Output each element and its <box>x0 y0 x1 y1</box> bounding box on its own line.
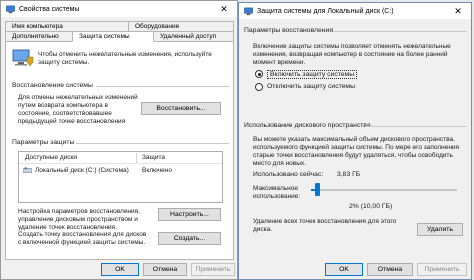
protection-section-heading: Параметры защиты <box>12 139 75 146</box>
max-usage-label: Максимальное использование: <box>253 185 301 200</box>
table-row[interactable]: Локальный диск (C:) (Система) Включено <box>19 165 222 176</box>
ok-button[interactable]: OK <box>325 263 363 276</box>
drive-name: Локальный диск (C:) (Система) <box>35 167 129 174</box>
close-button[interactable]: ✕ <box>211 1 237 17</box>
restore-description: Для отмены нежелательных изменений путем… <box>18 94 138 125</box>
enable-protection-label[interactable]: Включить защиту системы <box>267 70 358 79</box>
max-usage-slider[interactable] <box>311 183 457 197</box>
col-header-drives[interactable]: Доступные диски <box>25 154 77 161</box>
configure-button[interactable]: Настроить... <box>158 208 221 221</box>
col-header-protection[interactable]: Защита <box>142 154 165 161</box>
current-usage-value: 3,83 ГБ <box>337 171 361 178</box>
window-title: Свойства системы <box>19 5 80 13</box>
create-button[interactable]: Создать... <box>158 232 221 245</box>
intro-text: Чтобы отменить нежелательные изменения, … <box>38 51 212 66</box>
enable-protection-radio[interactable] <box>255 70 263 78</box>
restore-divider <box>96 86 229 87</box>
tab-panel: Чтобы отменить нежелательные изменения, … <box>5 41 234 260</box>
apply-button[interactable]: Применить <box>417 263 467 276</box>
restore-button[interactable]: Восстановить... <box>141 102 221 115</box>
apply-button[interactable]: Применить <box>191 263 235 276</box>
delete-button[interactable]: Удалить <box>417 223 463 236</box>
cancel-button[interactable]: Отмена <box>143 263 187 276</box>
disk-usage-description: Вы можете указать максимальный объем дис… <box>253 136 460 167</box>
drive-status: Включено <box>142 167 172 174</box>
disk-usage-heading: Использование дискового пространства <box>244 122 371 129</box>
slider-track <box>311 189 457 191</box>
configure-description: Настройка параметров восстановления, упр… <box>18 208 140 231</box>
slider-thumb[interactable] <box>315 183 320 196</box>
header-underline <box>19 163 222 164</box>
protection-dialog-titlebar[interactable]: Защита системы для Локальный диск (C:) <box>239 3 471 19</box>
system-properties-titlebar[interactable]: Свойства системы <box>1 1 237 17</box>
cancel-button[interactable]: Отмена <box>367 263 413 276</box>
disable-protection-radio[interactable] <box>255 83 263 91</box>
current-usage-label: Использовано сейчас: <box>253 171 324 178</box>
drives-list[interactable]: Доступные диски Защита Локальный диск (C… <box>18 151 223 203</box>
delete-description: Удаление всех точек восстановления для э… <box>253 218 397 233</box>
drive-icon <box>23 167 32 173</box>
computer-icon <box>6 5 15 13</box>
system-properties-window: Свойства системы ✕ Имя компьютера Оборуд… <box>0 0 238 280</box>
tab-system-protection[interactable]: Защита системы <box>72 31 154 42</box>
close-button[interactable]: ✕ <box>445 3 471 19</box>
ok-button[interactable]: OK <box>101 263 139 276</box>
disable-protection-label[interactable]: Отключить защиту системы <box>267 83 355 90</box>
dialog-title: Защита системы для Локальный диск (C:) <box>257 7 394 15</box>
restore-settings-heading: Параметры восстановления <box>244 27 334 34</box>
disk-usage-divider <box>365 126 467 127</box>
restore-settings-divider <box>333 31 467 32</box>
max-usage-value: 2% (10,00 ГБ) <box>349 203 393 210</box>
column-divider <box>136 153 137 163</box>
protection-dialog: Защита системы для Локальный диск (C:) ✕… <box>238 2 472 280</box>
computer-icon <box>244 7 253 15</box>
restore-settings-description: Включение защиты системы позволяет отмен… <box>253 43 451 66</box>
protection-divider <box>76 143 229 144</box>
restore-section-heading: Восстановление системы <box>12 82 93 89</box>
create-description: Создать точку восстановления для дисков … <box>18 231 147 246</box>
computer-shield-icon <box>12 49 34 67</box>
